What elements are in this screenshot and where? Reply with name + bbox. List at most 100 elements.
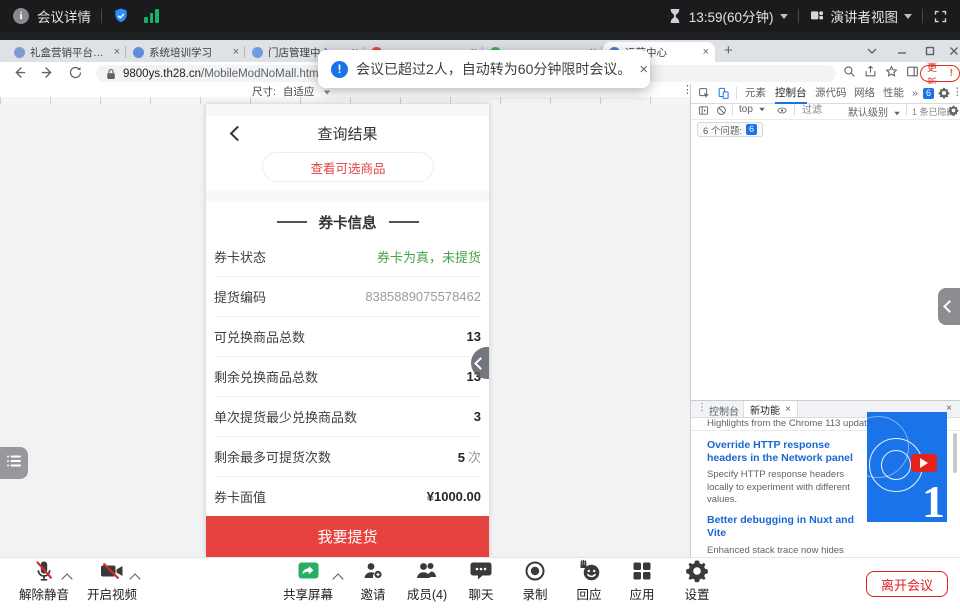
whats-new-drawer: ⋮ 控制台 新功能 × × Highlights from the Chrome… [691,400,960,558]
start-video-button[interactable]: 开启视频 [74,559,150,607]
meeting-timer: 13:59(60分钟) [689,6,774,26]
tab-close-icon[interactable]: × [229,46,239,58]
share-icon[interactable] [864,65,877,83]
devtools-tab-bar: 元素 控制台 源代码 网络 性能 » 6 ⋮ × [691,84,960,104]
window-maximize-button[interactable] [924,44,938,58]
floating-list-button[interactable] [0,447,28,479]
console-clear-button[interactable] [716,105,727,119]
view-dropdown-icon[interactable] [904,14,912,19]
reload-button[interactable] [68,65,83,85]
whats-new-link[interactable]: Override HTTP response headers in the Ne… [707,439,859,465]
settings-button[interactable]: 设置 [659,559,735,607]
chevron-left-icon [474,357,487,370]
side-panel-icon[interactable] [906,65,919,83]
devtools-tab-console[interactable]: 控制台 [775,84,807,104]
tab-close-icon[interactable]: × [699,46,709,58]
more-tabs-icon[interactable]: » [912,84,918,102]
fullscreen-button[interactable] [933,9,948,24]
tab-favicon [252,47,263,58]
gear-icon [685,559,709,583]
zoom-icon[interactable] [843,65,856,83]
chat-bubble-icon [469,559,493,583]
devtools-settings-icon[interactable] [938,87,950,102]
toast-close-icon[interactable]: × [639,61,648,78]
meeting-details-label: 会议详情 [37,6,91,26]
row-min-per-pickup: 单次提货最少兑换商品数 3 [214,396,481,437]
update-alert-icon: ! [950,68,953,79]
share-screen-icon [296,559,321,583]
divider [101,9,102,23]
window-close-button[interactable] [948,44,960,58]
bookmark-star-icon[interactable] [885,65,898,83]
tab-close-icon[interactable]: × [110,46,120,58]
unmute-button[interactable]: 解除静音 [6,559,82,607]
devtools-tab-network[interactable]: 网络 [854,84,875,102]
signal-strength-icon [144,9,159,23]
leave-meeting-button[interactable]: 离开会议 [866,571,948,597]
devtools-tab-elements[interactable]: 元素 [745,84,766,102]
site-lock-icon [106,68,116,80]
tab-training[interactable]: 系统培训学习 × [127,42,245,62]
whats-new-video-thumbnail[interactable]: 1 [867,412,947,522]
apps-grid-icon [630,559,654,583]
play-icon [911,454,937,472]
mobile-back-button[interactable] [230,125,246,141]
console-settings-icon[interactable] [948,105,959,119]
devtools-more-icon[interactable]: ⋮ [952,86,960,98]
new-tab-button[interactable]: + [724,44,733,58]
tab-favicon [14,47,25,58]
invite-person-icon [361,559,385,583]
issues-chip[interactable]: 6 个问题: 6 [697,122,763,137]
console-filter-input[interactable] [800,104,848,117]
row-face-value: 券卡面值 ¥1000.00 [214,476,481,516]
devtools-tab-performance[interactable]: 性能 [883,84,904,102]
participants-icon [414,559,440,583]
view-products-button[interactable]: 查看可选商品 [262,152,434,182]
card-info-section: 券卡信息 券卡状态 券卡为真，未提货 提货编码 8385889075578462… [206,202,489,516]
browser-frame-top [0,32,960,40]
encryption-shield-icon[interactable] [112,7,130,25]
issues-count-badge[interactable]: 6 [923,88,934,99]
tab-gift-platform[interactable]: 礼盒营销平台管理中心 × [8,42,126,62]
drawer-tab-close-icon[interactable]: × [785,404,791,415]
device-toggle-button[interactable] [717,87,730,103]
toast-info-icon: ! [331,61,348,78]
window-minimize-button[interactable] [896,44,910,58]
view-mode-icon [809,8,825,24]
view-mode-button[interactable]: 演讲者视图 [831,6,899,26]
timer-dropdown-icon[interactable] [780,14,788,19]
drawer-tab-whats-new[interactable]: 新功能 × [743,401,798,417]
drawer-tab-console[interactable]: 控制台 [709,403,739,418]
update-button[interactable]: 更新 ! [920,65,960,82]
meeting-details-button[interactable]: i 会议详情 [13,6,91,26]
row-card-status: 券卡状态 券卡为真，未提货 [214,236,481,277]
devtools-inspect-button[interactable] [698,87,711,103]
console-toolbar: top 默认级别 1 条已隐藏 [691,103,960,120]
devtools-tab-sources[interactable]: 源代码 [815,84,847,102]
issues-chip-badge: 6 [746,124,757,135]
drawer-more-icon[interactable]: ⋮ [697,402,707,413]
whats-new-link[interactable]: Better debugging in Nuxt and Vite [707,514,859,540]
row-pickup-code: 提货编码 8385889075578462 [214,276,481,317]
console-context-selector[interactable]: top [739,104,766,115]
log-level-selector[interactable]: 默认级别 [848,104,901,119]
forward-button[interactable] [40,65,55,85]
info-icon: i [13,8,29,24]
console-sidebar-icon[interactable] [698,105,709,119]
device-mode-dropdown-icon[interactable] [324,91,330,95]
url-domain: 9800ys.th28.cn [123,68,201,80]
back-button[interactable] [12,65,27,85]
window-menu-icon[interactable] [866,44,880,58]
mobile-page-title: 查询结果 [317,123,377,144]
hourglass-icon [668,8,682,24]
devtools-panel: 元素 控制台 源代码 网络 性能 » 6 ⋮ × top [690,84,960,557]
record-icon [523,559,547,583]
drawer-close-icon[interactable]: × [946,403,952,414]
drawer-scrollbar[interactable] [953,433,957,473]
row-remaining-products: 剩余兑换商品总数 13 [214,356,481,397]
pickup-submit-button[interactable]: 我要提货 [206,516,489,557]
card-info-title: 券卡信息 [206,210,489,234]
live-expression-eye-icon[interactable] [776,105,788,119]
camera-off-icon [99,559,125,583]
right-edge-panel-handle[interactable] [938,288,960,325]
